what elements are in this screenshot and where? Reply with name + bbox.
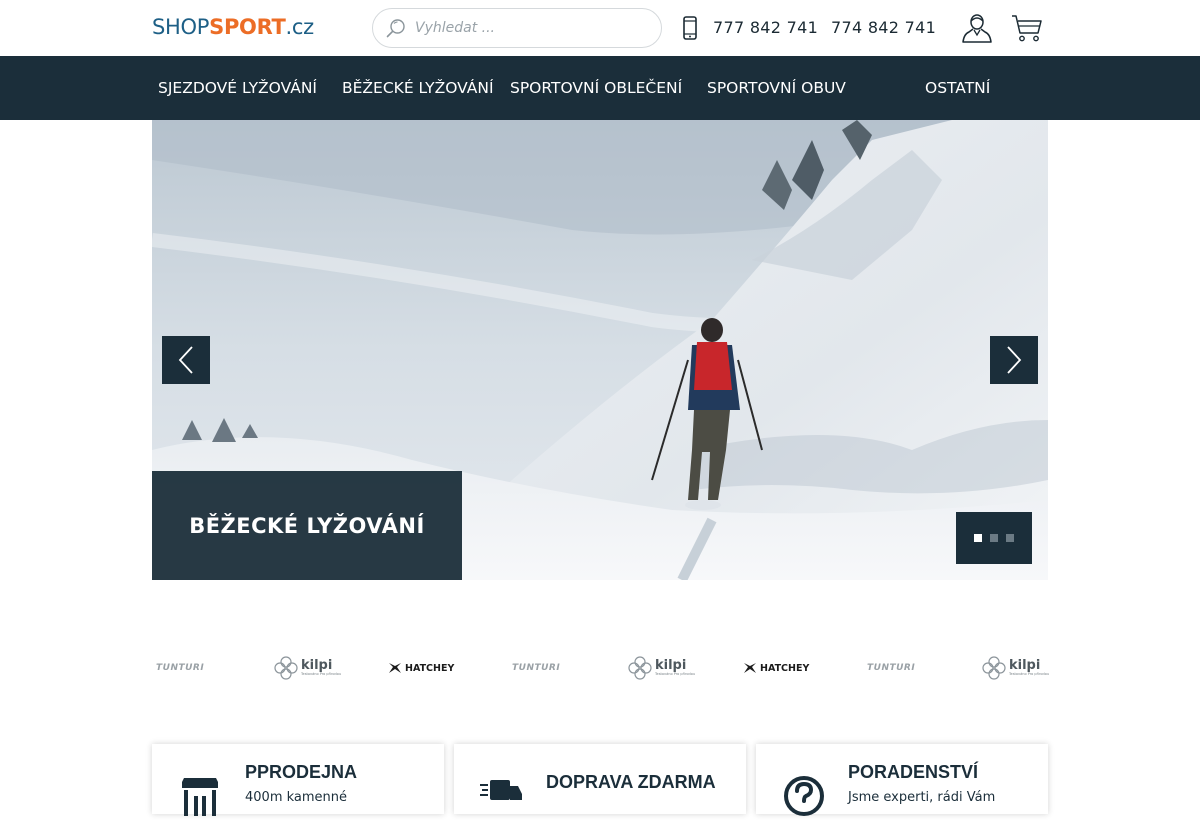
- slide-caption-text: BĚŽECKÉ LYŽOVÁNÍ: [189, 513, 425, 538]
- user-icon[interactable]: [961, 12, 993, 44]
- brand-name: HATCHEY: [405, 662, 455, 674]
- question-icon: [784, 776, 824, 816]
- brand-carousel: TUNTURI kilpi Testováno Pro přírodou HATCHE…: [152, 648, 1049, 688]
- brand-name: kilpi: [1009, 658, 1041, 674]
- brand-name: TUNTURI: [867, 663, 916, 673]
- phone-number-2[interactable]: 774 842 741: [831, 18, 936, 37]
- brand-name: TUNTURI: [512, 663, 561, 673]
- brand-logo-kilpi[interactable]: kilpi Testováno Pro přírodou: [982, 648, 1049, 688]
- slider-dot-3[interactable]: [1006, 534, 1014, 542]
- slider-next-button[interactable]: [990, 336, 1038, 384]
- chevron-right-icon: [1007, 346, 1022, 374]
- brand-tagline: Testováno Pro přírodou: [655, 672, 696, 677]
- mobile-phone-icon: [683, 16, 697, 40]
- brand-name: TUNTURI: [156, 663, 205, 673]
- feature-card-delivery[interactable]: DOPRAVA ZDARMA: [454, 744, 746, 814]
- hero-slider[interactable]: BĚŽECKÉ LYŽOVÁNÍ: [152, 120, 1048, 580]
- brand-tagline: Testováno Pro přírodou: [301, 672, 342, 677]
- phone-number-1[interactable]: 777 842 741: [713, 18, 818, 37]
- cart-icon[interactable]: [1011, 13, 1043, 43]
- hatchey-emblem-icon: [744, 663, 756, 673]
- brand-logo-hatchey[interactable]: HATCHEY: [387, 648, 454, 688]
- brand-tagline: Testováno Pro přírodou: [1009, 672, 1050, 677]
- hatchey-emblem-icon: [389, 663, 401, 673]
- store-icon: [182, 778, 218, 816]
- feature-card-store[interactable]: PPRODEJNA 400m kamenné: [152, 744, 444, 816]
- slider-pagination: [956, 512, 1032, 564]
- feature-text-advice: Jsme experti, rádi Vám: [848, 790, 996, 805]
- slide-caption[interactable]: BĚŽECKÉ LYŽOVÁNÍ: [152, 471, 462, 580]
- main-navigation: SJEZDOVÉ LYŽOVÁNÍ BĚŽECKÉ LYŽOVÁNÍ SPORT…: [0, 56, 1200, 120]
- brand-logo-tunturi[interactable]: TUNTURI: [156, 648, 204, 688]
- kilpi-emblem-icon: [982, 656, 1006, 680]
- nav-item-sportovni-obuv[interactable]: SPORTOVNÍ OBUV: [707, 79, 846, 97]
- site-header: SHOPSPORT.cz 777 842 741 774 842 741: [0, 0, 1200, 56]
- brand-logo-kilpi[interactable]: kilpi Testováno Pro přírodou: [628, 648, 695, 688]
- brand-name: HATCHEY: [760, 662, 810, 674]
- logo-part-domain: .cz: [285, 15, 315, 39]
- slider-prev-button[interactable]: [162, 336, 210, 384]
- brand-logo-kilpi[interactable]: kilpi Testováno Pro přírodou: [274, 648, 341, 688]
- search-input[interactable]: [415, 20, 635, 36]
- logo-part-shop: SHOP: [152, 15, 210, 39]
- search-icon[interactable]: [385, 17, 407, 39]
- nav-item-sjezdove-lyzovani[interactable]: SJEZDOVÉ LYŽOVÁNÍ: [158, 79, 317, 97]
- chevron-left-icon: [178, 346, 193, 374]
- search-box[interactable]: [372, 8, 662, 48]
- nav-item-ostatni[interactable]: OSTATNÍ: [925, 79, 990, 97]
- brand-name: kilpi: [655, 658, 687, 674]
- feature-title-store: PPRODEJNA: [245, 762, 358, 782]
- feature-title-advice: PORADENSTVÍ: [848, 762, 979, 782]
- feature-text-store: 400m kamenné: [245, 790, 348, 805]
- slider-dot-1[interactable]: [974, 534, 982, 542]
- logo-part-sport: SPORT: [209, 15, 286, 39]
- feature-card-advice[interactable]: PORADENSTVÍ Jsme experti, rádi Vám: [756, 744, 1048, 816]
- brand-name: kilpi: [301, 658, 333, 674]
- site-logo[interactable]: SHOPSPORT.cz: [152, 15, 314, 39]
- brand-logo-tunturi[interactable]: TUNTURI: [867, 648, 915, 688]
- brand-logo-hatchey[interactable]: HATCHEY: [742, 648, 809, 688]
- delivery-truck-icon: [480, 780, 522, 800]
- nav-item-sportovni-obleceni[interactable]: SPORTOVNÍ OBLEČENÍ: [510, 79, 682, 97]
- brand-logo-tunturi[interactable]: TUNTURI: [512, 648, 560, 688]
- slider-dot-2[interactable]: [990, 534, 998, 542]
- nav-item-bezecke-lyzovani[interactable]: BĚŽECKÉ LYŽOVÁNÍ: [342, 79, 494, 97]
- feature-title-delivery: DOPRAVA ZDARMA: [546, 772, 716, 792]
- kilpi-emblem-icon: [628, 656, 652, 680]
- kilpi-emblem-icon: [274, 656, 298, 680]
